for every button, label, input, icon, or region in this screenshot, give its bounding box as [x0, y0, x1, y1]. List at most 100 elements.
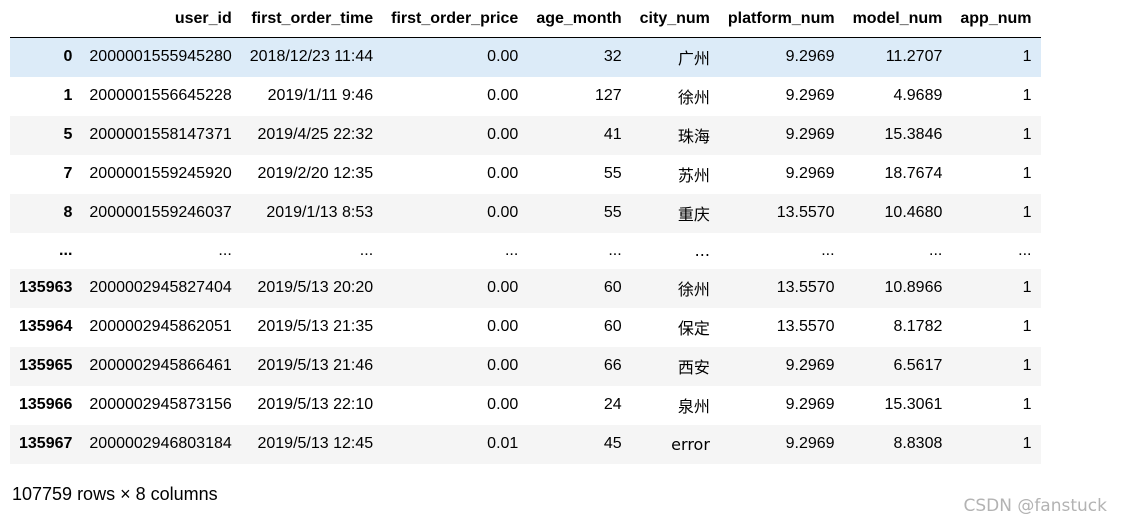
cell-model-num: 10.4680	[884, 204, 943, 221]
cell-first-order-price: 0.00	[487, 357, 519, 374]
cell-model-num: 8.8308	[893, 435, 943, 452]
table-row: 135966 2000002945873156 2019/5/13 22:10 0.0…	[10, 385, 1041, 425]
cell-city-num: 泉州	[677, 397, 710, 416]
cell-first-order-time: 2018/12/23 11:44	[249, 48, 374, 66]
ellipsis-row: ...........................	[10, 232, 1041, 269]
cell-first-order-time: 2019/2/20 12:35	[257, 165, 374, 182]
cell-first-order-price: 0.00	[487, 165, 519, 182]
cell-first-order-time: 2019/5/13 21:46	[257, 357, 374, 374]
cell-city-num: 徐州	[677, 88, 710, 107]
row-index-cell: 8	[63, 204, 73, 221]
cell-first-order-price: 0.00	[487, 126, 519, 143]
cell-model-num: 11.2707	[885, 48, 943, 66]
row-index-cell: 135965	[19, 357, 73, 374]
cell-user-id: 2000002945862051	[89, 318, 232, 335]
cell-first-order-price: 0.00	[487, 204, 519, 221]
column-header-age-month: age_month	[527, 0, 631, 38]
cell-city-num: 重庆	[677, 205, 710, 224]
cell-app-num: 1	[1022, 357, 1032, 374]
cell-user-id: 2000001558147371	[89, 126, 232, 143]
row-index-cell: 135964	[19, 318, 73, 335]
cell-model-num: 15.3846	[884, 126, 943, 143]
cell-app-num: 1	[1022, 318, 1032, 335]
cell-first-order-price: 0.00	[487, 279, 519, 296]
cell-age-month: 32	[603, 48, 622, 66]
table-body: 0 2000001555945280 2018/12/23 11:44 0.00 32 广…	[10, 37, 1041, 464]
cell-city-num: ...	[694, 241, 710, 260]
cell-user-id: 2000001559245920	[89, 165, 232, 182]
cell-first-order-price: 0.00	[487, 87, 519, 104]
cell-age-month: 45	[603, 435, 622, 452]
cell-age-month: 55	[603, 165, 622, 182]
cell-user-id: 2000001556645228	[89, 87, 232, 104]
cell-platform-num: 13.5570	[776, 279, 835, 296]
cell-city-num: 珠海	[677, 127, 710, 146]
cell-app-num: 1	[1022, 165, 1032, 182]
cell-user-id: 2000002945827404	[89, 279, 232, 296]
cell-first-order-price: 0.01	[487, 435, 519, 452]
table-header: user_id first_order_time first_order_price…	[10, 0, 1041, 38]
cell-platform-num: 9.2969	[785, 126, 835, 143]
row-index-cell: ...	[59, 241, 73, 259]
cell-first-order-time: 2019/1/13 8:53	[266, 204, 374, 221]
cell-model-num: 8.1782	[893, 318, 943, 335]
cell-city-num: 保定	[677, 319, 710, 338]
cell-age-month: 55	[603, 204, 622, 221]
cell-app-num: 1	[1022, 87, 1032, 104]
column-header-first-order-time: first_order_time	[240, 0, 383, 38]
row-index-cell: 135966	[19, 396, 73, 413]
row-index-cell: 135967	[19, 435, 73, 452]
cell-platform-num: 9.2969	[785, 87, 835, 104]
table-row: 8 2000001559246037 2019/1/13 8:53 0.00 55 重庆 1…	[10, 193, 1041, 233]
cell-user-id: ...	[218, 241, 232, 259]
column-header-user-id: user_id	[80, 0, 241, 38]
cell-age-month: 127	[594, 87, 622, 104]
cell-model-num: 6.5617	[893, 357, 943, 374]
dataframe-shape-caption: 107759 rows × 8 columns	[12, 484, 218, 504]
cell-age-month: ...	[608, 241, 622, 259]
header-index-cell	[10, 0, 81, 38]
cell-first-order-price: 0.00	[487, 48, 519, 66]
cell-app-num: 1	[1022, 435, 1032, 452]
column-header-city-num: city_num	[630, 0, 719, 38]
cell-app-num: 1	[1022, 204, 1032, 221]
cell-model-num: 15.3061	[884, 396, 943, 413]
column-header-app-num: app_num	[951, 0, 1041, 38]
cell-first-order-time: 2019/1/11 9:46	[267, 87, 374, 104]
column-header-platform-num: platform_num	[718, 0, 844, 38]
cell-first-order-time: 2019/5/13 22:10	[257, 396, 374, 413]
cell-age-month: 66	[603, 357, 622, 374]
column-header-model-num: model_num	[843, 0, 952, 38]
cell-age-month: 41	[603, 126, 622, 143]
cell-user-id: 2000002945873156	[89, 396, 232, 413]
cell-user-id: 2000002945866461	[89, 357, 232, 374]
watermark: CSDN @fanstuck	[963, 496, 1107, 516]
cell-model-num: ...	[929, 241, 943, 259]
cell-first-order-time: 2019/5/13 20:20	[257, 279, 374, 296]
cell-app-num: 1	[1022, 279, 1032, 296]
cell-model-num: 4.9689	[893, 87, 943, 104]
cell-first-order-time: 2019/5/13 12:45	[257, 435, 374, 452]
header-row: user_id first_order_time first_order_price…	[10, 0, 1041, 38]
cell-city-num: error	[671, 434, 710, 454]
cell-first-order-price: ...	[504, 241, 519, 259]
cell-platform-num: 9.2969	[785, 357, 835, 374]
cell-age-month: 60	[603, 318, 622, 335]
cell-first-order-price: 0.00	[487, 396, 519, 413]
cell-first-order-time: 2019/4/25 22:32	[257, 126, 374, 143]
table-row: 135965 2000002945866461 2019/5/13 21:46 0.0…	[10, 346, 1041, 386]
cell-age-month: 24	[603, 396, 622, 413]
cell-city-num: 徐州	[677, 280, 710, 299]
cell-platform-num: 13.5570	[776, 318, 835, 335]
cell-user-id: 2000002946803184	[89, 435, 232, 452]
cell-user-id: 2000001559246037	[89, 204, 232, 221]
cell-age-month: 60	[603, 279, 622, 296]
cell-user-id: 2000001555945280	[89, 48, 232, 66]
row-index-cell: 135963	[19, 279, 73, 296]
column-header-first-order-price: first_order_price	[382, 0, 528, 38]
cell-app-num: 1	[1022, 396, 1032, 413]
cell-app-num: ...	[1018, 241, 1032, 259]
row-index-cell: 7	[63, 165, 73, 182]
dataframe-table: user_id first_order_time first_order_price…	[10, 0, 1041, 464]
cell-city-num: 西安	[677, 358, 710, 377]
